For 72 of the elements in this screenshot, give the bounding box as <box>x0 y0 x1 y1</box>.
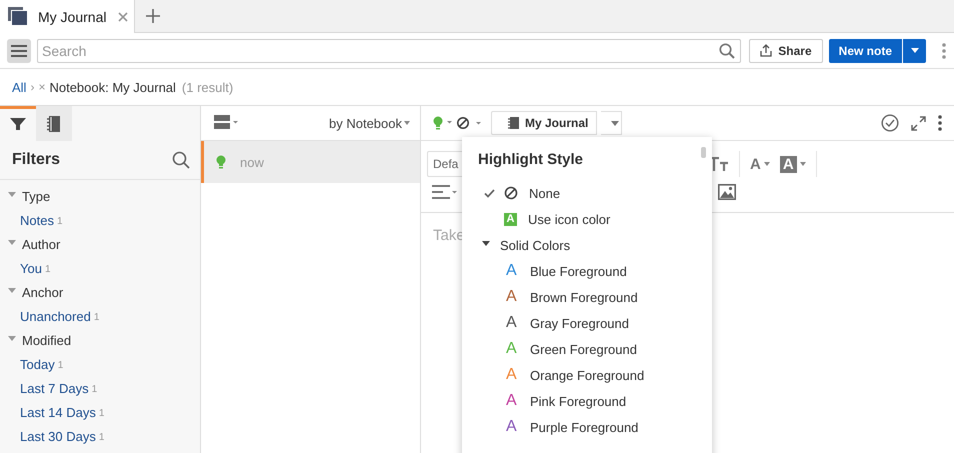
filter-item[interactable]: Unanchored 1 <box>0 304 200 328</box>
color-swatch: A <box>506 262 530 280</box>
color-swatch: A <box>506 366 530 384</box>
more-icon[interactable] <box>938 115 942 131</box>
result-count: (1 result) <box>182 80 234 94</box>
caret-icon <box>611 120 620 126</box>
close-icon[interactable] <box>118 12 128 22</box>
menu-item[interactable]: A Brown Foreground <box>462 284 712 310</box>
filter-item[interactable]: Last 7 Days 1 <box>0 376 200 400</box>
caret-icon <box>910 48 918 53</box>
caret-icon <box>404 121 410 125</box>
color-swatch: A <box>506 288 530 306</box>
notebook-dropdown[interactable] <box>601 111 622 135</box>
filter-item[interactable]: You 1 <box>0 256 200 280</box>
menu-item[interactable]: A Gray Foreground <box>462 310 712 336</box>
layout-icon <box>214 114 238 130</box>
filter-group[interactable]: Type <box>0 184 200 208</box>
new-note-button[interactable]: New note <box>828 38 902 62</box>
no-highlight-icon[interactable] <box>457 116 483 130</box>
breadcrumb-item: Notebook: My Journal <box>49 80 176 94</box>
search-field[interactable]: Search <box>37 38 742 62</box>
menu-item[interactable]: A Orange Foreground <box>462 362 712 388</box>
new-note-dropdown[interactable] <box>902 38 926 62</box>
font-color-button[interactable]: A <box>750 156 770 172</box>
breadcrumb-separator: › <box>30 80 34 94</box>
no-highlight-icon <box>504 186 518 200</box>
add-tab-icon[interactable] <box>146 9 160 23</box>
align-icon[interactable] <box>432 185 458 199</box>
menu-button[interactable] <box>7 38 31 62</box>
search-icon[interactable] <box>172 151 190 169</box>
filter-item[interactable]: Notes 1 <box>0 208 200 232</box>
menu-item[interactable]: A Blue Foreground <box>462 258 712 284</box>
scrollbar-thumb[interactable] <box>701 147 706 158</box>
breadcrumb-link[interactable]: All <box>12 80 26 94</box>
check-icon <box>484 188 495 198</box>
tab[interactable]: My Journal <box>0 0 135 33</box>
menu-icon <box>11 44 27 58</box>
filter-group[interactable]: Modified <box>0 328 200 352</box>
menu-item[interactable]: A Purple Foreground <box>462 414 712 440</box>
filter-group[interactable]: Anchor <box>0 280 200 304</box>
caret-icon <box>800 162 806 166</box>
check-circle-icon[interactable] <box>881 114 899 132</box>
sidebar-tab[interactable] <box>36 106 72 141</box>
menu-item[interactable]: A Green Foreground <box>462 336 712 362</box>
caret-icon <box>764 162 770 166</box>
menu-item[interactable]: None <box>462 180 712 206</box>
menu-item[interactable]: A Pink Foreground <box>462 388 712 414</box>
lightbulb-icon <box>216 155 226 169</box>
color-swatch: A <box>506 418 530 436</box>
color-swatch: A <box>506 314 530 332</box>
filter-item[interactable]: Today 1 <box>0 352 200 376</box>
color-swatch: A <box>506 392 530 410</box>
menu-item[interactable]: A Use icon color <box>462 206 712 232</box>
icon-color-swatch: A <box>504 212 517 226</box>
pages-icon <box>8 6 30 26</box>
color-swatch: A <box>506 340 530 358</box>
search-icon[interactable] <box>719 42 736 58</box>
filter-icon <box>10 117 26 133</box>
panel-title: Filters <box>12 151 60 169</box>
expand-icon[interactable] <box>911 116 926 130</box>
sort-dropdown[interactable]: by Notebook <box>329 116 410 130</box>
filter-item[interactable]: Last 14 Days 1 <box>0 400 200 424</box>
menu-section[interactable]: Solid Colors <box>462 232 712 258</box>
notebook-icon <box>47 116 61 132</box>
filter-item[interactable]: Last 30 Days 1 <box>0 424 200 448</box>
text-size-icon[interactable] <box>709 157 729 171</box>
filter-group[interactable]: Author <box>0 232 200 256</box>
share-button[interactable]: Share <box>749 38 823 62</box>
notebook-icon <box>508 117 519 129</box>
upload-icon <box>760 44 772 57</box>
notebook-button[interactable]: My Journal <box>491 111 598 135</box>
image-icon[interactable] <box>718 184 736 200</box>
